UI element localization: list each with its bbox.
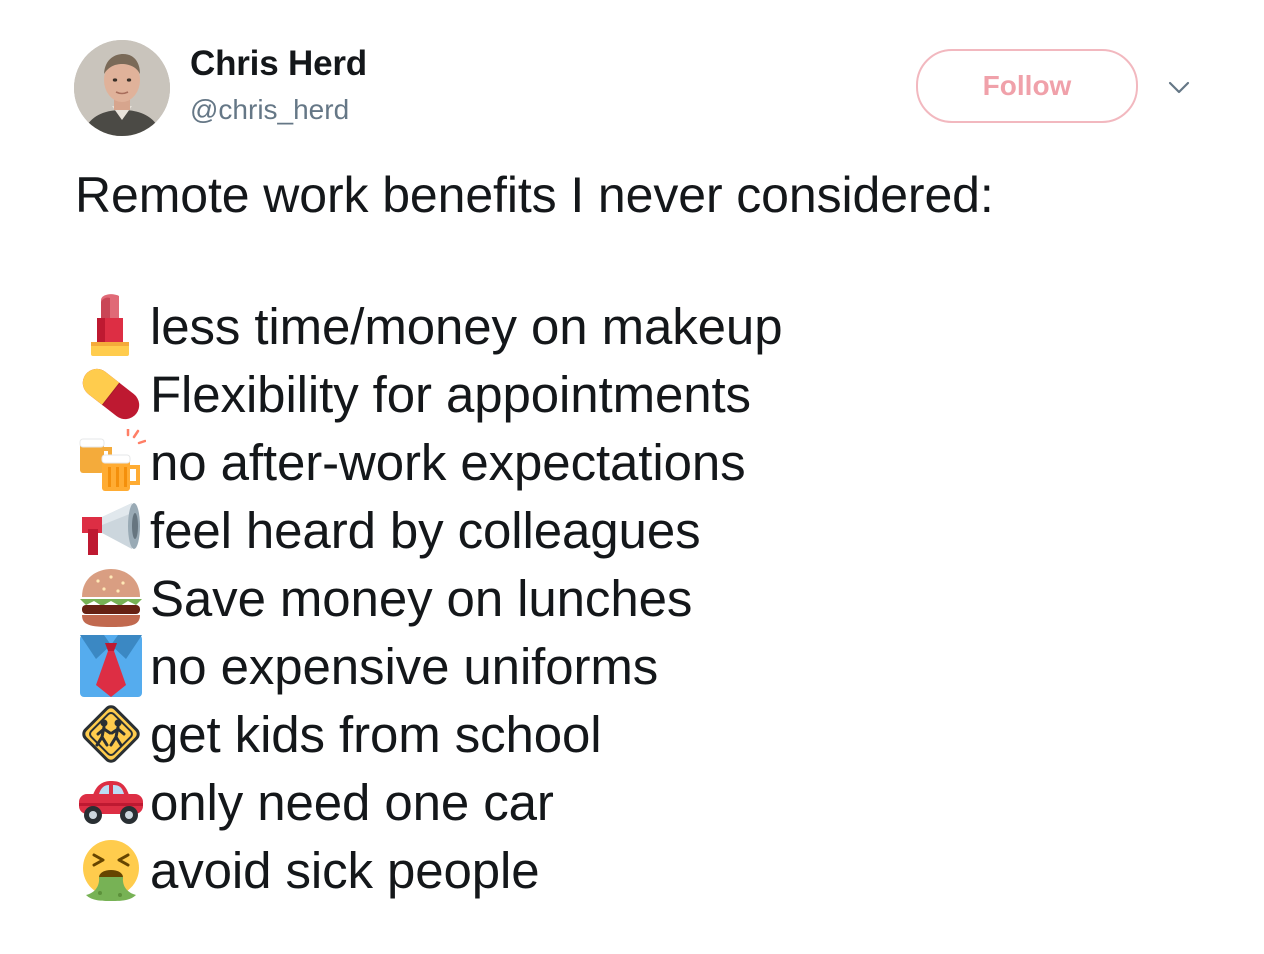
list-item: less time/money on makeup xyxy=(76,291,783,361)
list-item-text: Flexibility for appointments xyxy=(150,365,751,423)
avatar[interactable] xyxy=(74,40,170,136)
chevron-down-icon[interactable] xyxy=(1164,78,1194,98)
list-item: only need one car xyxy=(76,768,782,836)
list-item: feel heard by colleagues xyxy=(76,496,782,564)
list-item: Save money on lunches xyxy=(76,564,782,632)
list-item-text: get kids from school xyxy=(150,705,602,763)
tweet-heading: Remote work benefits I never considered: xyxy=(75,167,994,223)
list-item: no expensive uniforms xyxy=(76,632,782,700)
follow-button[interactable]: Follow xyxy=(916,49,1138,123)
list-item-text: only need one car xyxy=(150,773,554,831)
author-handle[interactable]: @chris_herd xyxy=(190,94,349,126)
benefits-list: less time/money on makeup Flexibility fo… xyxy=(76,291,783,904)
list-item: no after-work expectations xyxy=(76,428,782,496)
lipstick-icon xyxy=(76,291,146,361)
megaphone-icon xyxy=(76,495,146,565)
car-icon xyxy=(76,767,146,837)
list-item-text: no expensive uniforms xyxy=(150,637,659,695)
list-item: avoid sick people xyxy=(76,836,782,904)
author-display-name[interactable]: Chris Herd xyxy=(190,44,367,84)
list-item-text: Save money on lunches xyxy=(150,569,693,627)
hamburger-icon xyxy=(76,563,146,633)
avatar-image xyxy=(74,40,170,136)
list-item: Flexibility for appointments xyxy=(76,360,782,428)
pill-icon xyxy=(76,359,146,429)
list-item-text: feel heard by colleagues xyxy=(150,501,701,559)
list-item-text: avoid sick people xyxy=(150,841,540,899)
list-item-text: no after-work expectations xyxy=(150,433,746,491)
list-item: get kids from school xyxy=(76,700,782,768)
clinking-beer-mugs-icon xyxy=(76,427,146,497)
list-item-text: less time/money on makeup xyxy=(150,297,783,355)
vomiting-face-icon xyxy=(76,835,146,905)
children-crossing-icon xyxy=(76,699,146,769)
tweet-card: Chris Herd @chris_herd Follow Remote wor… xyxy=(0,0,1264,954)
necktie-icon xyxy=(76,631,146,701)
